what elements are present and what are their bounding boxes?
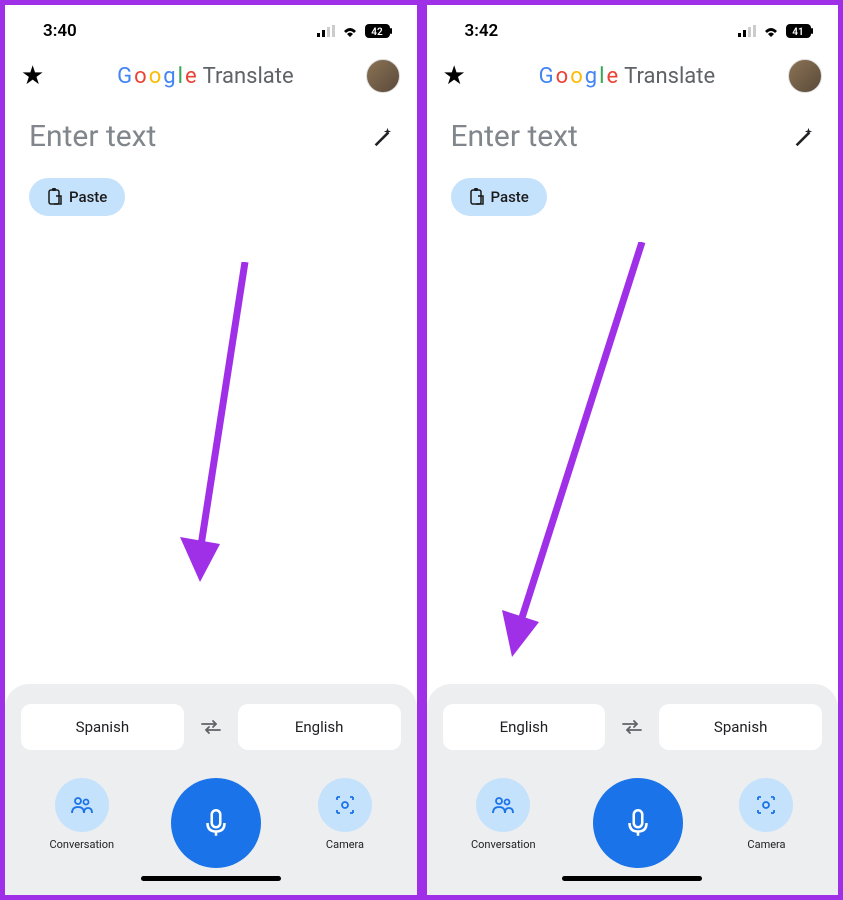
avatar[interactable] [366,59,400,93]
app-logo: GoogleTranslate [117,64,293,89]
camera-action: Camera [739,778,793,851]
source-language-button[interactable]: Spanish [21,704,184,750]
svg-text:42: 42 [371,27,383,38]
status-time: 3:42 [465,21,499,41]
conversation-icon [70,793,94,817]
microphone-icon [199,806,233,840]
input-area: Enter text Paste [427,103,839,232]
camera-label: Camera [747,838,785,851]
bottom-panel: Spanish English Conversation [5,684,417,895]
wifi-icon [341,25,359,37]
status-bar: 3:42 41 [427,5,839,49]
microphone-button[interactable] [171,778,261,868]
status-icons: 42 [317,24,393,38]
home-indicator[interactable] [141,876,281,881]
phone-screen-right: 3:42 41 ★ GoogleTranslate Enter text Pas… [422,0,843,900]
mic-action [171,778,261,868]
star-icon[interactable]: ★ [443,61,466,91]
conversation-label: Conversation [49,838,114,851]
conversation-action: Conversation [49,778,114,851]
camera-icon [754,793,778,817]
text-input-placeholder[interactable]: Enter text [451,119,578,154]
app-header: ★ GoogleTranslate [5,49,417,103]
camera-action: Camera [318,778,372,851]
app-logo: GoogleTranslate [539,64,715,89]
avatar[interactable] [788,59,822,93]
status-bar: 3:40 42 [5,5,417,49]
language-row: Spanish English [21,704,401,750]
bottom-panel: English Spanish Conversation [427,684,839,895]
conversation-label: Conversation [471,838,536,851]
battery-icon: 42 [365,24,393,38]
magic-wand-icon[interactable] [371,126,393,148]
conversation-button[interactable] [476,778,530,832]
language-row: English Spanish [443,704,823,750]
wifi-icon [762,25,780,37]
input-area: Enter text Paste [5,103,417,232]
action-row: Conversation Camera [21,778,401,868]
annotation-arrow [467,242,667,672]
content-spacer [5,232,417,684]
camera-button[interactable] [318,778,372,832]
paste-label: Paste [491,188,529,206]
app-header: ★ GoogleTranslate [427,49,839,103]
phone-screen-left: 3:40 42 ★ GoogleTranslate Enter text Pas… [0,0,422,900]
svg-text:41: 41 [792,27,803,38]
cellular-icon [738,25,756,37]
swap-languages-button[interactable] [196,714,226,740]
camera-label: Camera [326,838,364,851]
swap-icon [200,718,222,736]
magic-wand-icon[interactable] [792,126,814,148]
home-indicator[interactable] [562,876,702,881]
mic-action [593,778,683,868]
camera-icon [333,793,357,817]
target-language-button[interactable]: Spanish [659,704,822,750]
paste-icon [469,188,485,206]
action-row: Conversation Camera [443,778,823,868]
battery-icon: 41 [786,24,814,38]
microphone-button[interactable] [593,778,683,868]
cellular-icon [317,25,335,37]
paste-icon [47,188,63,206]
status-time: 3:40 [43,21,77,41]
star-icon[interactable]: ★ [21,61,44,91]
text-input-placeholder[interactable]: Enter text [29,119,156,154]
content-spacer [427,232,839,684]
microphone-icon [621,806,655,840]
conversation-button[interactable] [55,778,109,832]
conversation-action: Conversation [471,778,536,851]
target-language-button[interactable]: English [238,704,401,750]
annotation-arrow [155,262,275,602]
swap-icon [621,718,643,736]
source-language-button[interactable]: English [443,704,606,750]
paste-label: Paste [69,188,107,206]
status-icons: 41 [738,24,814,38]
paste-button[interactable]: Paste [451,178,547,216]
conversation-icon [491,793,515,817]
swap-languages-button[interactable] [617,714,647,740]
camera-button[interactable] [739,778,793,832]
paste-button[interactable]: Paste [29,178,125,216]
